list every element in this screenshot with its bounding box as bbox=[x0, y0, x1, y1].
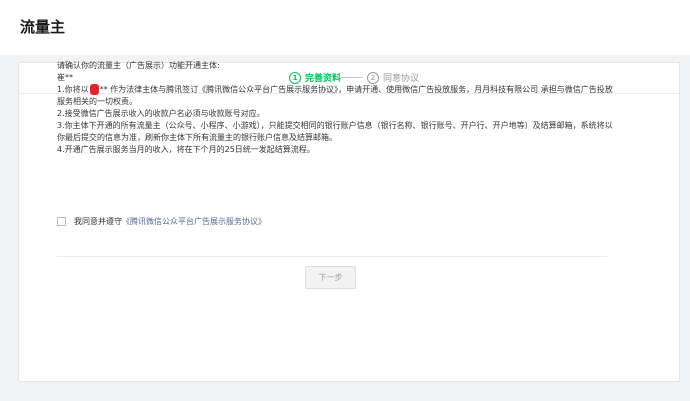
terms-item-2: 2.接受微信广告展示收入的收款户名必须与收款账号对应。 bbox=[57, 109, 265, 118]
terms-item-1-suffix: ** 作为法律主体与腾讯签订《腾讯微信公众平台广告展示服务协议》，申请开通、使用… bbox=[57, 85, 613, 106]
confirmation-content: 请确认你的流量主（广告展示）功能开通主体: 崔** 1.你将以 ** 作为法律主体… bbox=[57, 60, 613, 156]
terms-item-1: 1.你将以 ** 作为法律主体与腾讯签订《腾讯微信公众平台广告展示服务协议》，申请… bbox=[57, 84, 613, 108]
terms-item-3: 3.你主体下开通的所有流量主（公众号、小程序、小游戏），只能提交相同的银行账户信… bbox=[57, 121, 613, 142]
page-header: 流量主 bbox=[0, 0, 690, 55]
terms-item-4: 4.开通广告展示服务当月的收入，将在下个月的25日统一发起结算流程。 bbox=[57, 145, 315, 154]
divider bbox=[57, 256, 607, 257]
agreement-row: 我同意并遵守 《腾讯微信公众平台广告展示服务协议》 bbox=[57, 216, 266, 227]
next-button[interactable]: 下一步 bbox=[305, 266, 356, 289]
page-title: 流量主 bbox=[20, 18, 66, 36]
agree-checkbox[interactable] bbox=[57, 217, 66, 226]
agree-prefix: 我同意并遵守 bbox=[74, 217, 122, 226]
terms-item-1-prefix: 1.你将以 bbox=[57, 85, 89, 94]
agreement-link[interactable]: 《腾讯微信公众平台广告展示服务协议》 bbox=[122, 216, 266, 227]
confirm-question: 请确认你的流量主（广告展示）功能开通主体: bbox=[57, 61, 220, 70]
subject-name: 崔** bbox=[57, 73, 73, 82]
redaction-mark bbox=[89, 84, 99, 95]
